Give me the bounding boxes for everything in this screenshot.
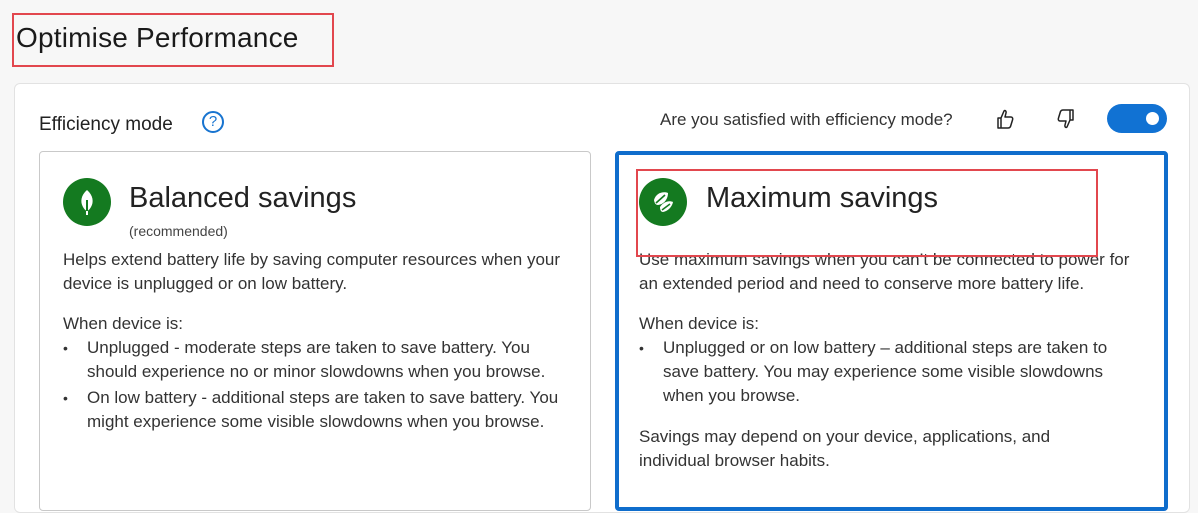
maximum-savings-highlight-box [636,169,1098,257]
feedback-question: Are you satisfied with efficiency mode? [660,110,953,129]
list-item: Unplugged - moderate steps are taken to … [63,336,563,384]
question-circle-icon[interactable]: ? [202,111,224,133]
balanced-bullet-list: Unplugged - moderate steps are taken to … [63,336,563,436]
title-highlight-box [12,13,334,67]
leaf-icon [63,178,111,226]
recommended-label: (recommended) [129,223,228,239]
efficiency-mode-toggle[interactable] [1107,104,1167,133]
list-item: On low battery - additional steps are ta… [63,386,563,434]
list-item: Unplugged or on low battery – additional… [639,336,1129,408]
thumbs-down-icon[interactable] [1053,106,1079,132]
maximum-bullet-list: Unplugged or on low battery – additional… [639,336,1129,410]
maximum-when-label: When device is: [639,314,759,333]
balanced-savings-card[interactable]: Balanced savings (recommended) Helps ext… [39,151,591,511]
efficiency-mode-label: Efficiency mode [39,114,173,135]
balanced-savings-title: Balanced savings [129,182,357,214]
toggle-knob [1146,112,1159,125]
balanced-when-label: When device is: [63,314,183,333]
savings-footnote: Savings may depend on your device, appli… [639,427,1051,470]
thumbs-up-icon[interactable] [992,106,1018,132]
balanced-description: Helps extend battery life by saving comp… [63,250,561,293]
